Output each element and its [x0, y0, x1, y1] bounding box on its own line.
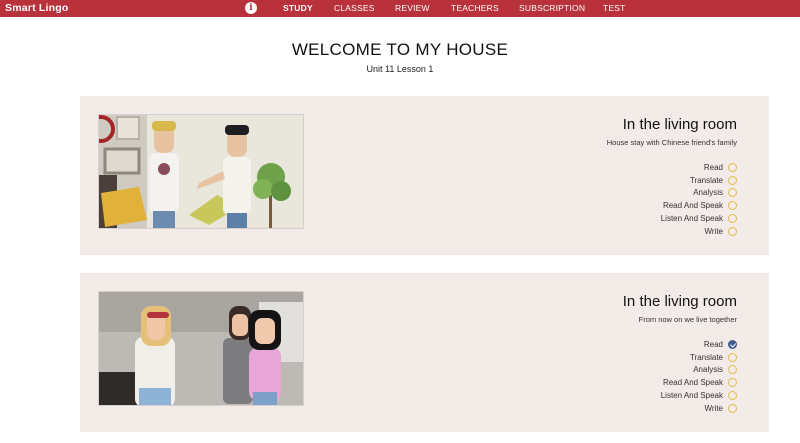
step-label: Translate	[689, 352, 723, 362]
step-read-and-speak[interactable]: Read And Speak	[607, 376, 737, 389]
step-status-circle-icon	[728, 188, 737, 198]
step-status-circle-icon	[728, 365, 737, 375]
lesson-thumbnail[interactable]	[98, 291, 304, 406]
nav-test[interactable]: TEST	[603, 3, 626, 13]
step-write[interactable]: Write	[607, 225, 737, 238]
step-analysis[interactable]: Analysis	[607, 187, 737, 200]
lesson-title: In the living room	[622, 293, 737, 310]
step-complete-check-icon	[728, 339, 737, 349]
lesson-title: In the living room	[622, 116, 737, 133]
step-read[interactable]: Read	[607, 338, 737, 351]
step-label: Write	[704, 226, 723, 236]
brand-logo[interactable]: Smart Lingo	[5, 2, 68, 14]
lesson-thumbnail[interactable]	[98, 114, 304, 229]
step-status-circle-icon	[728, 175, 737, 185]
step-label: Analysis	[693, 365, 723, 375]
step-status-circle-icon	[728, 391, 737, 401]
step-label: Read And Speak	[662, 378, 723, 388]
nav-classes[interactable]: CLASSES	[334, 3, 375, 13]
step-translate[interactable]: Translate	[607, 174, 737, 187]
step-status-circle-icon	[728, 352, 737, 362]
step-label: Listen And Speak	[660, 214, 723, 224]
step-status-circle-icon	[728, 214, 737, 224]
page-title: WELCOME TO MY HOUSE	[291, 40, 509, 59]
step-status-circle-icon	[728, 403, 737, 413]
top-navbar: Smart Lingo i STUDY CLASSES REVIEW TEACH…	[0, 0, 800, 17]
step-status-circle-icon	[728, 201, 737, 211]
step-label: Read	[703, 339, 723, 349]
step-status-circle-icon	[728, 226, 737, 236]
step-listen-and-speak[interactable]: Listen And Speak	[607, 389, 737, 402]
step-label: Read	[703, 162, 723, 172]
step-label: Listen And Speak	[660, 391, 723, 401]
lesson-steps: Read Translate Analysis Read And Speak L…	[607, 338, 737, 415]
step-analysis[interactable]: Analysis	[607, 364, 737, 377]
step-label: Analysis	[693, 188, 723, 198]
step-write[interactable]: Write	[607, 402, 737, 415]
step-status-circle-icon	[728, 378, 737, 388]
step-label: Translate	[689, 175, 723, 185]
step-read-and-speak[interactable]: Read And Speak	[607, 199, 737, 212]
step-listen-and-speak[interactable]: Listen And Speak	[607, 212, 737, 225]
lesson-subtitle: From now on we live together	[638, 315, 737, 324]
step-read[interactable]: Read	[607, 161, 737, 174]
step-label: Write	[704, 403, 723, 413]
step-label: Read And Speak	[662, 201, 723, 211]
nav-subscription[interactable]: SUBSCRIPTION	[519, 3, 585, 13]
step-status-circle-icon	[728, 162, 737, 172]
lesson-subtitle: House stay with Chinese friend's family	[606, 138, 737, 147]
lesson-card[interactable]: In the living room House stay with Chine…	[80, 96, 769, 255]
lesson-card[interactable]: In the living room From now on we live t…	[80, 273, 769, 432]
nav-review[interactable]: REVIEW	[395, 3, 430, 13]
page-subtitle: Unit 11 Lesson 1	[366, 64, 434, 74]
nav-study[interactable]: STUDY	[283, 3, 313, 13]
info-icon[interactable]: i	[245, 2, 257, 14]
nav-teachers[interactable]: TEACHERS	[451, 3, 499, 13]
step-translate[interactable]: Translate	[607, 351, 737, 364]
lesson-steps: Read Translate Analysis Read And Speak L…	[607, 161, 737, 238]
